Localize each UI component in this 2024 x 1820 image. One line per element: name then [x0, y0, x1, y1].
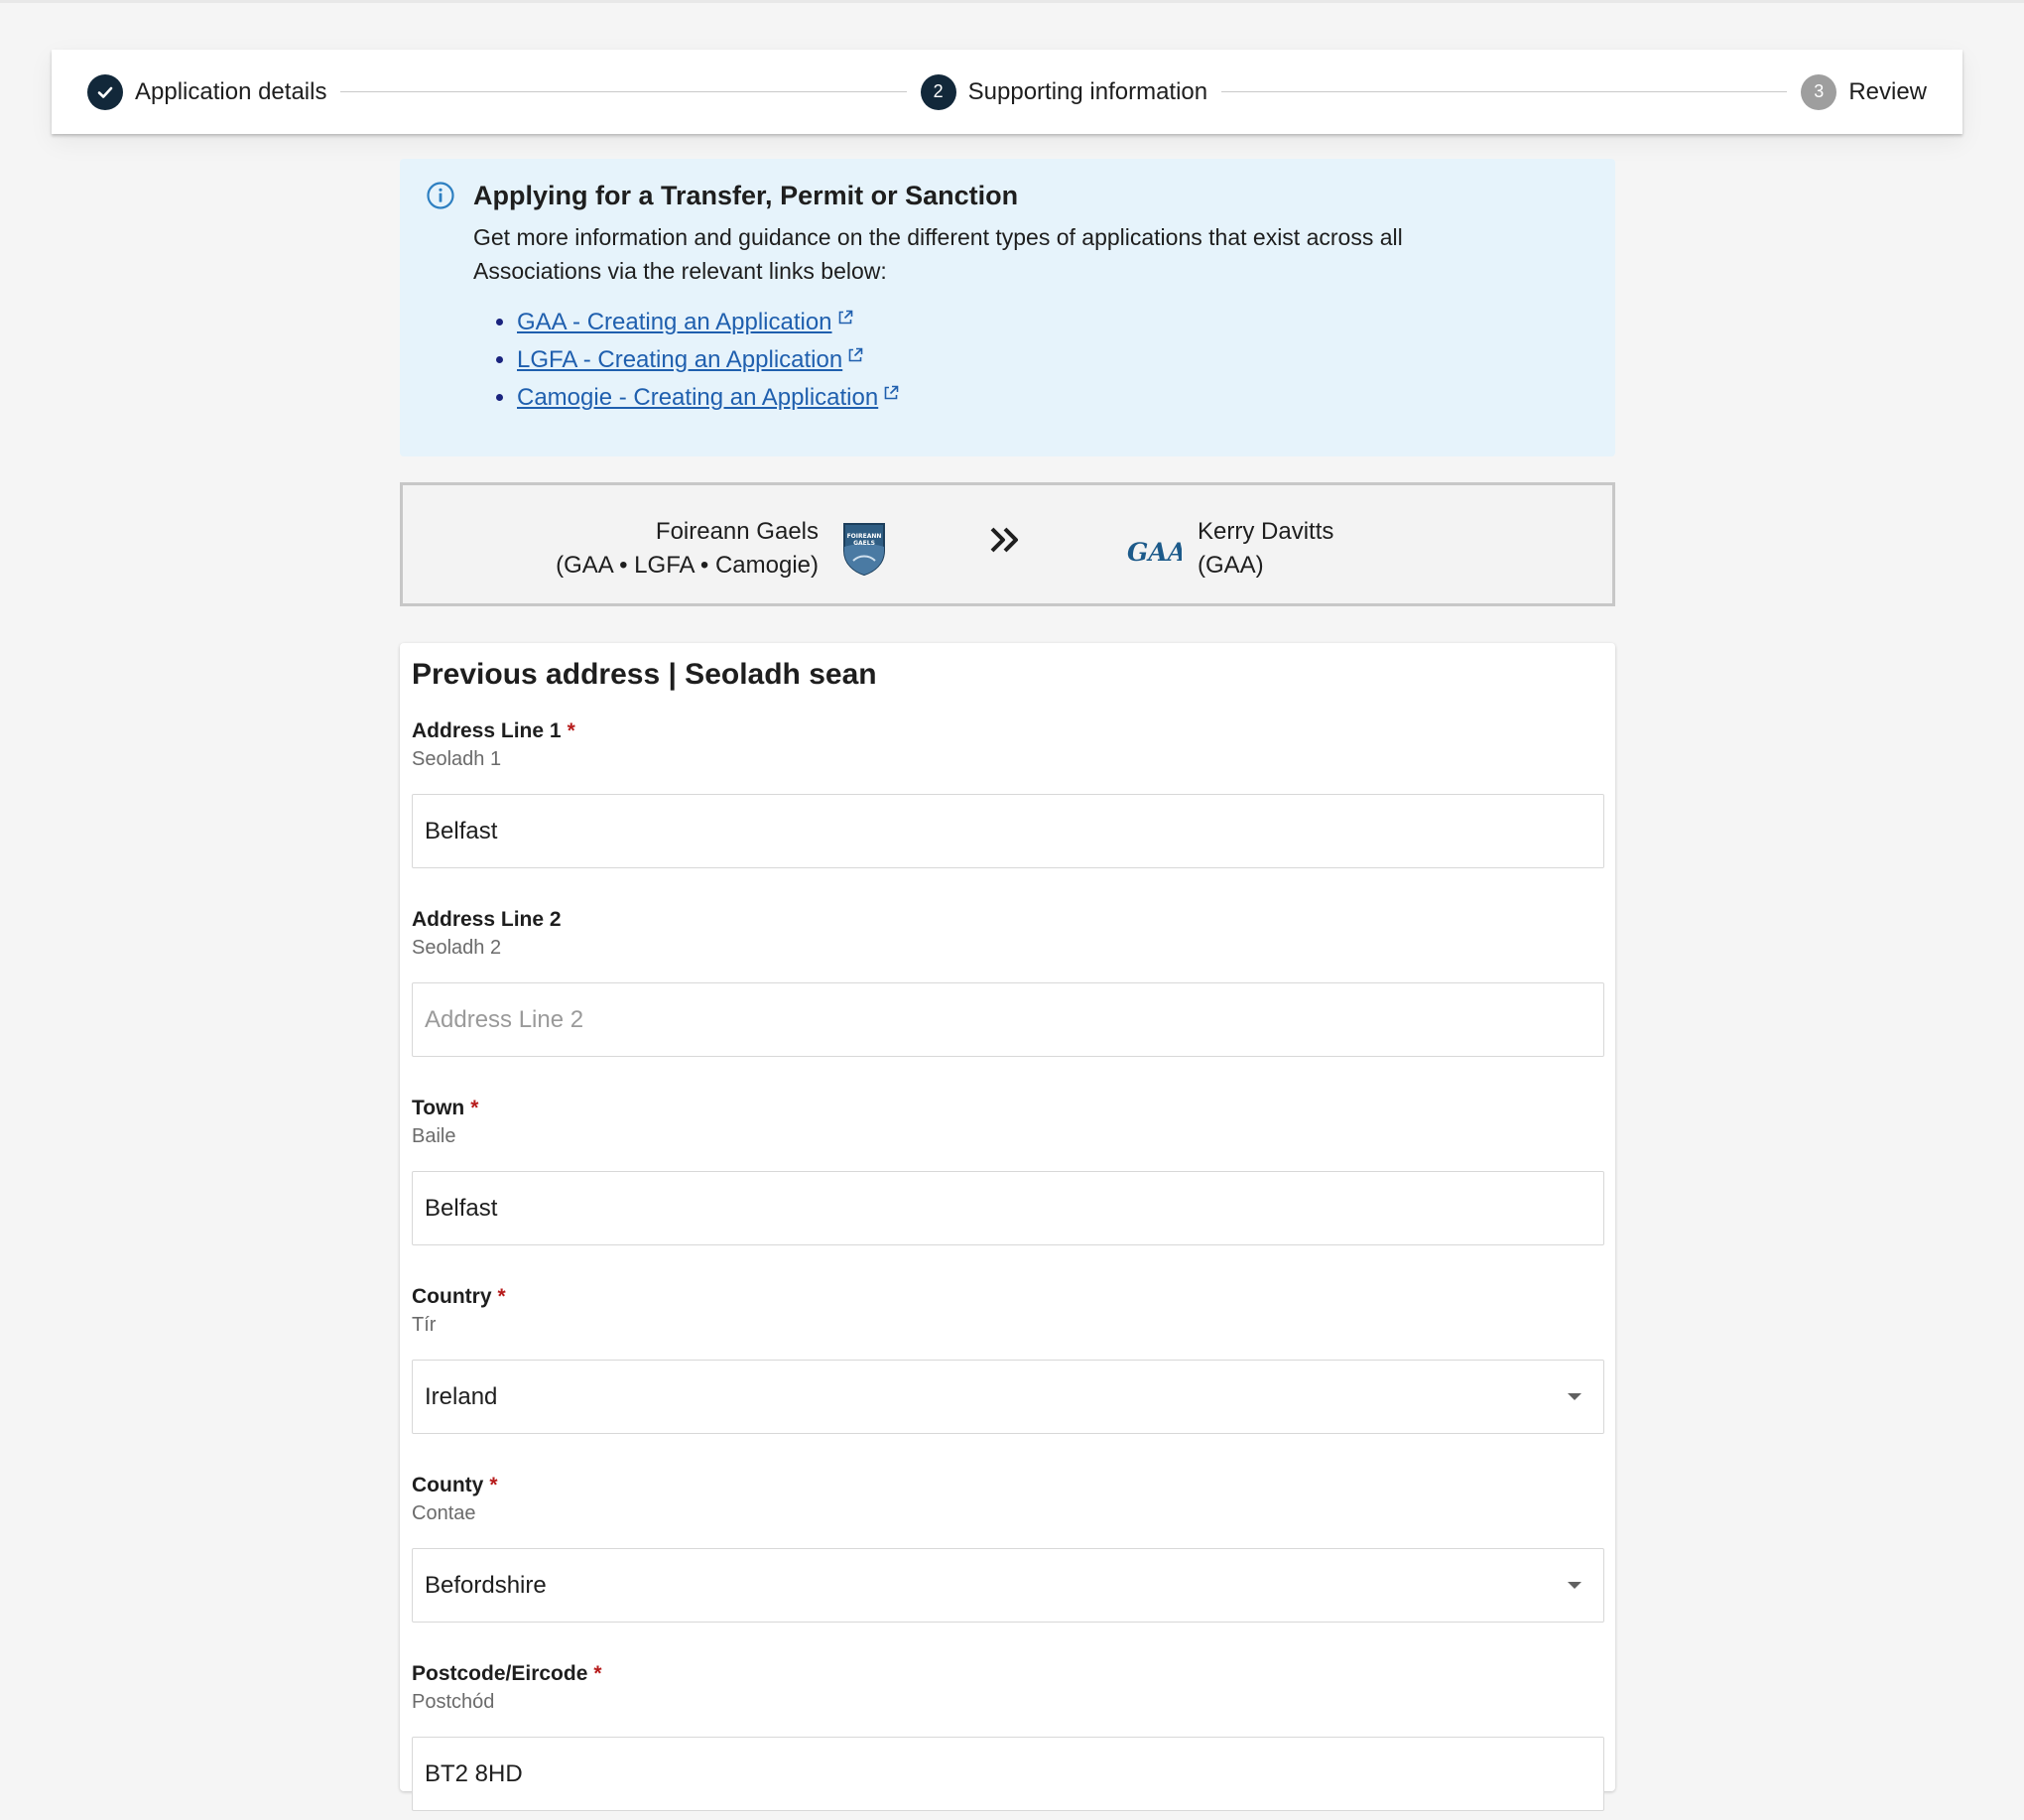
- step-connector: [340, 91, 907, 92]
- check-icon: [87, 73, 123, 110]
- dropdown-arrow-icon: [1568, 1393, 1581, 1400]
- select-value: Befordshire: [425, 1571, 547, 1599]
- from-club-associations: (GAA • LGFA • Camogie): [556, 552, 819, 579]
- field-sublabel: Seoladh 1: [412, 748, 502, 770]
- field-sublabel: Seoladh 2: [412, 937, 502, 959]
- step-label: Supporting information: [967, 77, 1208, 105]
- svg-text:GAELS: GAELS: [853, 540, 875, 547]
- step-label: Review: [1848, 77, 1928, 105]
- required-marker: *: [567, 719, 575, 742]
- lgfa-application-link[interactable]: LGFA - Creating an Application: [517, 346, 842, 373]
- field-label: Town: [412, 1097, 465, 1119]
- alert-title: Applying for a Transfer, Permit or Sanct…: [473, 181, 1019, 210]
- gaa-logo-text: GAA: [1127, 539, 1182, 565]
- field-label: Postcode/Eircode: [412, 1662, 588, 1685]
- postcode-input[interactable]: [412, 1737, 1604, 1811]
- stepper: Application details 2 Supporting informa…: [52, 50, 1962, 134]
- step-label: Application details: [135, 77, 327, 105]
- double-chevron-right-icon: [988, 525, 1022, 560]
- step-supporting-information[interactable]: 2 Supporting information: [920, 73, 1208, 110]
- list-item: Camogie - Creating an Application: [517, 377, 1525, 415]
- svg-text:FOIREANN: FOIREANN: [847, 533, 882, 540]
- field-label: County: [412, 1474, 484, 1496]
- to-club-associations: (GAA): [1198, 552, 1264, 579]
- list-item: LGFA - Creating an Application: [517, 339, 1525, 377]
- address-line-1-field: Address Line 1 * Seoladh 1: [412, 718, 1604, 868]
- form-title: Previous address | Seoladh sean: [412, 658, 877, 691]
- postcode-field: Postcode/Eircode * Postchód: [412, 1661, 1604, 1811]
- town-field: Town * Baile: [412, 1096, 1604, 1245]
- required-marker: *: [497, 1285, 506, 1308]
- gaa-logo: GAA: [1126, 538, 1187, 570]
- field-sublabel: Tír: [412, 1314, 437, 1336]
- field-sublabel: Postchód: [412, 1691, 495, 1713]
- transfer-summary: Foireann Gaels (GAA • LGFA • Camogie) FO…: [400, 482, 1615, 606]
- county-field: County * Contae Befordshire: [412, 1473, 1604, 1623]
- external-link-icon: [847, 339, 863, 373]
- required-marker: *: [489, 1474, 498, 1496]
- top-border: [0, 0, 2024, 3]
- country-select[interactable]: Ireland: [412, 1360, 1604, 1434]
- camogie-application-link[interactable]: Camogie - Creating an Application: [517, 384, 878, 411]
- step-application-details[interactable]: Application details: [87, 73, 327, 110]
- step-number: 3: [1801, 73, 1837, 110]
- external-link-icon: [883, 377, 899, 411]
- field-label: Address Line 2: [412, 908, 562, 931]
- field-sublabel: Contae: [412, 1502, 476, 1524]
- from-club-name: Foireann Gaels: [655, 518, 819, 545]
- alert-body: Get more information and guidance on the…: [473, 224, 1403, 284]
- required-marker: *: [593, 1662, 602, 1685]
- country-field: Country * Tír Ireland: [412, 1284, 1604, 1434]
- address-line-2-field: Address Line 2 Seoladh 2: [412, 907, 1604, 1057]
- dropdown-arrow-icon: [1568, 1582, 1581, 1589]
- info-icon: [426, 181, 455, 456]
- to-club-name: Kerry Davitts: [1198, 518, 1334, 545]
- step-connector: [1221, 91, 1788, 92]
- address-line-1-input[interactable]: [412, 794, 1604, 868]
- county-select[interactable]: Befordshire: [412, 1548, 1604, 1623]
- club-crest-icon: FOIREANN GAELS: [841, 521, 887, 582]
- town-input[interactable]: [412, 1171, 1604, 1245]
- field-sublabel: Baile: [412, 1125, 456, 1147]
- gaa-application-link[interactable]: GAA - Creating an Application: [517, 309, 832, 335]
- step-number: 2: [920, 73, 956, 110]
- alert-links-list: GAA - Creating an Application LGFA - Cre…: [517, 302, 1525, 415]
- from-club: Foireann Gaels (GAA • LGFA • Camogie): [556, 515, 819, 583]
- required-marker: *: [470, 1097, 479, 1119]
- select-value: Ireland: [425, 1382, 498, 1410]
- list-item: GAA - Creating an Application: [517, 302, 1525, 339]
- to-club: Kerry Davitts (GAA): [1198, 515, 1333, 583]
- previous-address-form: Previous address | Seoladh sean Address …: [400, 643, 1615, 1811]
- field-label: Address Line 1: [412, 719, 562, 742]
- external-link-icon: [837, 302, 853, 335]
- address-line-2-input[interactable]: [412, 982, 1604, 1057]
- field-label: Country: [412, 1285, 492, 1308]
- step-review[interactable]: 3 Review: [1801, 73, 1928, 110]
- info-alert: Applying for a Transfer, Permit or Sanct…: [400, 159, 1615, 456]
